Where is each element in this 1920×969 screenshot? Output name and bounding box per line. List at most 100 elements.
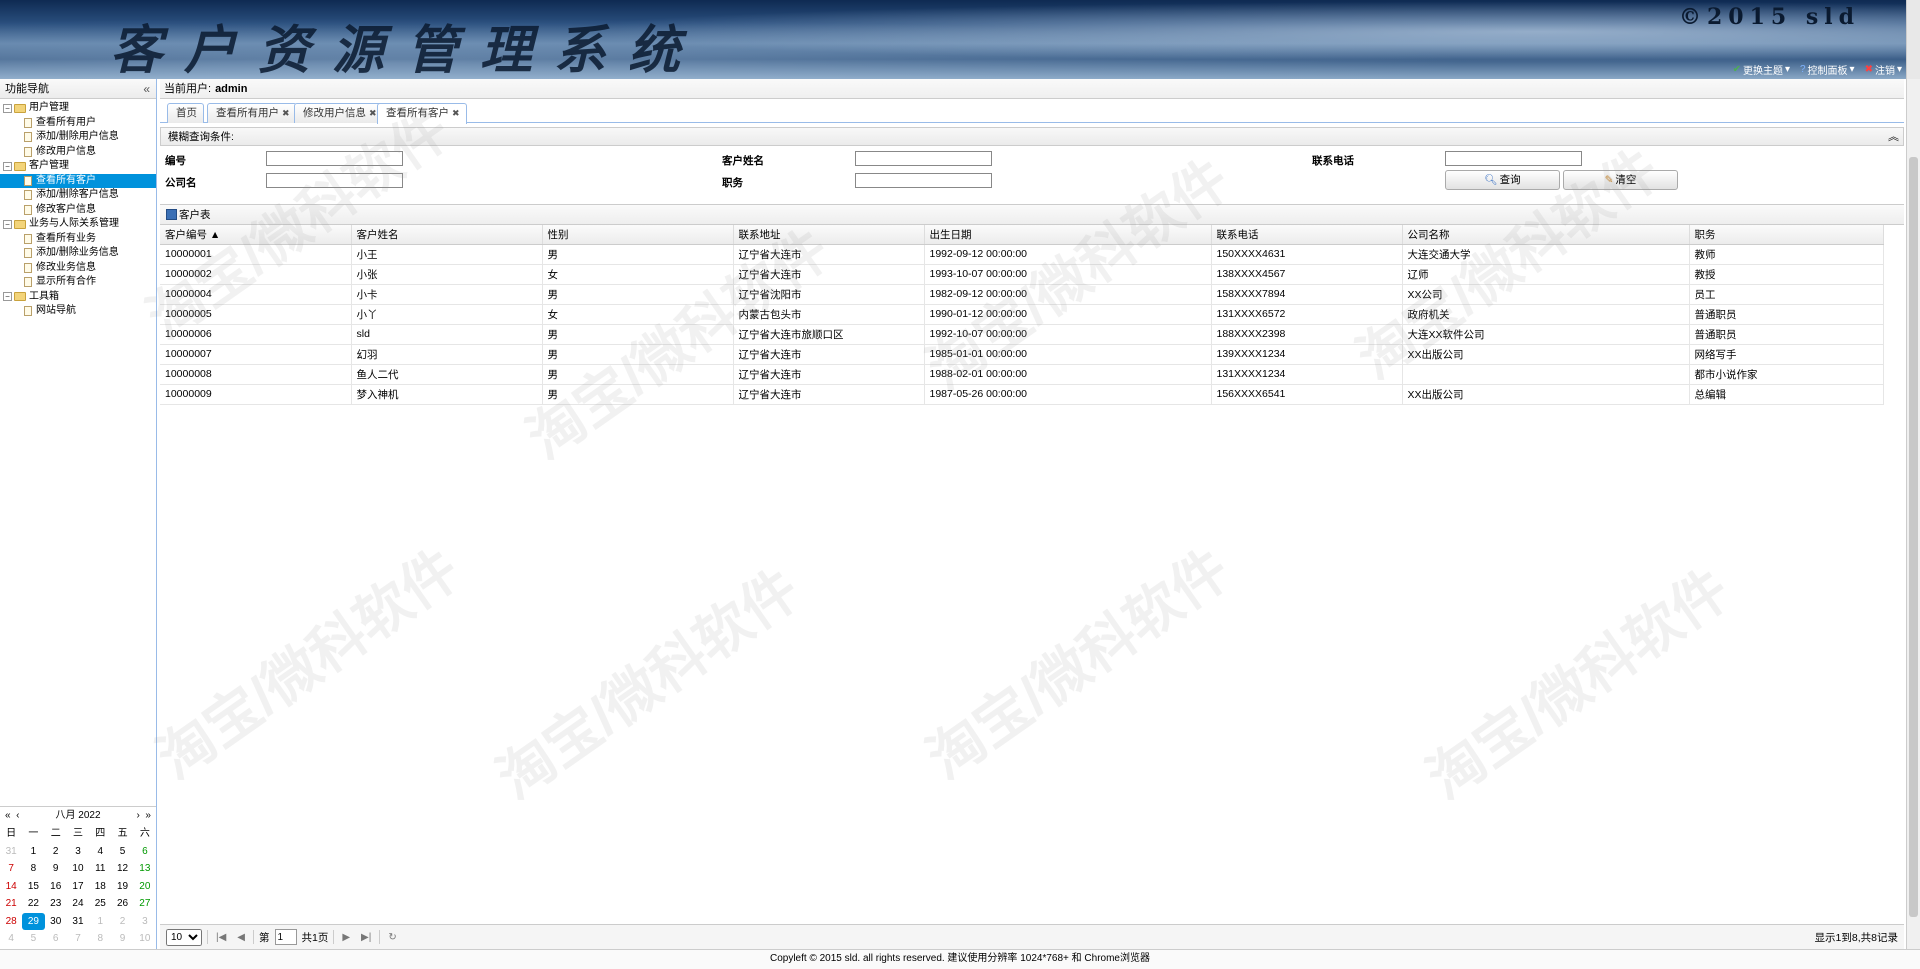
calendar-day[interactable]: 9 bbox=[111, 930, 133, 948]
calendar-day[interactable]: 21 bbox=[0, 895, 22, 913]
tab-view-customers[interactable]: 查看所有客户 ✖ bbox=[377, 103, 467, 124]
close-tab-icon[interactable]: ✖ bbox=[369, 108, 377, 118]
logout-menu[interactable]: ✖ 注销 ▾ bbox=[1865, 62, 1902, 77]
collapse-toggle-icon[interactable]: − bbox=[3, 103, 12, 113]
tree-folder[interactable]: − 用户管理 bbox=[0, 101, 156, 116]
calendar-day[interactable]: 20 bbox=[134, 878, 156, 896]
column-header[interactable]: 联系地址 bbox=[733, 225, 925, 245]
calendar-day[interactable]: 31 bbox=[67, 913, 89, 931]
search-button[interactable]: 🔍︎ 查询 bbox=[1445, 170, 1560, 190]
banner-scrollbar[interactable] bbox=[1906, 0, 1920, 79]
main-scrollbar[interactable] bbox=[1906, 79, 1920, 949]
table-row[interactable]: 10000002 小张女辽宁省大连市 1993-10-07 00:00:00 138X… bbox=[160, 264, 1884, 285]
collapse-toggle-icon[interactable]: − bbox=[3, 219, 12, 229]
prev-page-icon[interactable]: ◀ bbox=[234, 932, 248, 943]
calendar-day[interactable]: 5 bbox=[111, 843, 133, 861]
calendar-day[interactable]: 23 bbox=[45, 895, 67, 913]
calendar-day[interactable]: 25 bbox=[89, 895, 111, 913]
tab-edit-user[interactable]: 修改用户信息 ✖ bbox=[294, 103, 384, 123]
collapse-panel-icon[interactable]: « bbox=[143, 79, 150, 99]
calendar-month-label[interactable]: 八月 2022 bbox=[55, 807, 100, 825]
page-size-select[interactable]: 10 bbox=[166, 928, 202, 946]
tree-item[interactable]: 修改客户信息 bbox=[0, 203, 156, 218]
tree-item[interactable]: 修改业务信息 bbox=[0, 261, 156, 276]
position-field[interactable] bbox=[855, 173, 992, 188]
calendar-day[interactable]: 30 bbox=[45, 913, 67, 931]
close-tab-icon[interactable]: ✖ bbox=[452, 108, 460, 118]
last-page-icon[interactable]: ▶| bbox=[358, 932, 374, 943]
next-page-icon[interactable]: ▶ bbox=[339, 932, 353, 943]
refresh-icon[interactable]: ↻ bbox=[385, 932, 399, 943]
calendar-day[interactable]: 9 bbox=[45, 860, 67, 878]
calendar-day[interactable]: 11 bbox=[89, 860, 111, 878]
change-theme-menu[interactable]: ✔ 更换主题 ▾ bbox=[1733, 62, 1790, 77]
calendar-day[interactable]: 1 bbox=[89, 913, 111, 931]
calendar-day[interactable]: 7 bbox=[67, 930, 89, 948]
column-header[interactable]: 公司名称 bbox=[1402, 225, 1690, 245]
calendar-day[interactable]: 2 bbox=[45, 843, 67, 861]
calendar-day[interactable]: 15 bbox=[22, 878, 44, 896]
id-field[interactable] bbox=[266, 151, 403, 166]
calendar-day[interactable]: 2 bbox=[111, 913, 133, 931]
tree-folder[interactable]: − 工具箱 bbox=[0, 290, 156, 305]
calendar-day[interactable]: 24 bbox=[67, 895, 89, 913]
calendar-nav-next[interactable]: › » bbox=[137, 807, 151, 825]
calendar-nav-prev[interactable]: « ‹ bbox=[5, 807, 19, 825]
table-row[interactable]: 10000006 sld 男辽宁省大连市旅顺口区 1992-10-07 00:00:0… bbox=[160, 324, 1884, 345]
calendar-day[interactable]: 29 bbox=[22, 912, 45, 930]
tree-item[interactable]: 添加/删除用户信息 bbox=[0, 130, 156, 145]
name-field[interactable] bbox=[855, 151, 992, 166]
table-row[interactable]: 10000008 鱼人二代男辽宁省大连市 1988-02-01 00:00:00 13… bbox=[160, 364, 1884, 385]
tree-item[interactable]: 添加/删除客户信息 bbox=[0, 188, 156, 203]
calendar-day[interactable]: 13 bbox=[134, 860, 156, 878]
calendar-day[interactable]: 28 bbox=[0, 913, 22, 931]
tree-folder[interactable]: − 客户管理 bbox=[0, 159, 156, 174]
collapse-up-icon[interactable]: ︽ bbox=[1888, 128, 1899, 147]
collapse-toggle-icon[interactable]: − bbox=[3, 161, 12, 171]
tree-item[interactable]: 查看所有用户 bbox=[0, 116, 156, 131]
calendar-day[interactable]: 6 bbox=[45, 930, 67, 948]
calendar-day[interactable]: 1 bbox=[22, 843, 44, 861]
calendar-day[interactable]: 7 bbox=[0, 860, 22, 878]
calendar-day[interactable]: 3 bbox=[134, 913, 156, 931]
calendar-day[interactable]: 10 bbox=[134, 930, 156, 948]
calendar-day[interactable]: 26 bbox=[111, 895, 133, 913]
table-row[interactable]: 10000005 小丫女内蒙古包头市 1990-01-12 00:00:00 131X… bbox=[160, 304, 1884, 325]
calendar-day[interactable]: 27 bbox=[134, 895, 156, 913]
calendar-day[interactable]: 8 bbox=[22, 860, 44, 878]
table-row[interactable]: 10000007 幻羽男辽宁省大连市 1985-01-01 00:00:00 139X… bbox=[160, 344, 1884, 365]
calendar-day[interactable]: 4 bbox=[89, 843, 111, 861]
column-header[interactable]: 客户编号 ▲ bbox=[160, 225, 352, 245]
calendar-day[interactable]: 31 bbox=[0, 843, 22, 861]
table-row[interactable]: 10000009 梦入神机男辽宁省大连市 1987-05-26 00:00:00 15… bbox=[160, 384, 1884, 405]
calendar-day[interactable]: 4 bbox=[0, 930, 22, 948]
column-header[interactable]: 客户姓名 bbox=[351, 225, 543, 245]
table-row[interactable]: 10000001 小王男辽宁省大连市 1992-09-12 00:00:00 150X… bbox=[160, 244, 1884, 265]
scrollbar-thumb[interactable] bbox=[1909, 157, 1918, 917]
calendar-day[interactable]: 14 bbox=[0, 878, 22, 896]
phone-field[interactable] bbox=[1445, 151, 1582, 166]
tab-view-users[interactable]: 查看所有用户 ✖ bbox=[207, 103, 297, 123]
close-tab-icon[interactable]: ✖ bbox=[282, 108, 290, 118]
calendar-day[interactable]: 18 bbox=[89, 878, 111, 896]
clear-button[interactable]: ✎ 清空 bbox=[1563, 170, 1678, 190]
table-row[interactable]: 10000004 小卡男辽宁省沈阳市 1982-09-12 00:00:00 158X… bbox=[160, 284, 1884, 305]
tree-item[interactable]: 查看所有业务 bbox=[0, 232, 156, 247]
column-header[interactable]: 出生日期 bbox=[924, 225, 1212, 245]
column-header[interactable]: 性别 bbox=[542, 225, 734, 245]
calendar-day[interactable]: 6 bbox=[134, 843, 156, 861]
tree-item[interactable]: 查看所有客户 bbox=[0, 173, 156, 188]
page-number-input[interactable] bbox=[274, 929, 297, 945]
calendar-day[interactable]: 5 bbox=[22, 930, 44, 948]
calendar-day[interactable]: 3 bbox=[67, 843, 89, 861]
tab-home[interactable]: 首页 bbox=[167, 103, 204, 123]
company-field[interactable] bbox=[266, 173, 403, 188]
tree-item[interactable]: 添加/删除业务信息 bbox=[0, 246, 156, 261]
calendar-day[interactable]: 19 bbox=[111, 878, 133, 896]
calendar-day[interactable]: 17 bbox=[67, 878, 89, 896]
tree-folder[interactable]: − 业务与人际关系管理 bbox=[0, 217, 156, 232]
tree-item[interactable]: 修改用户信息 bbox=[0, 145, 156, 160]
column-header[interactable]: 职务 bbox=[1689, 225, 1884, 245]
calendar-day[interactable]: 8 bbox=[89, 930, 111, 948]
control-panel-menu[interactable]: ? 控制面板 ▾ bbox=[1800, 62, 1855, 77]
